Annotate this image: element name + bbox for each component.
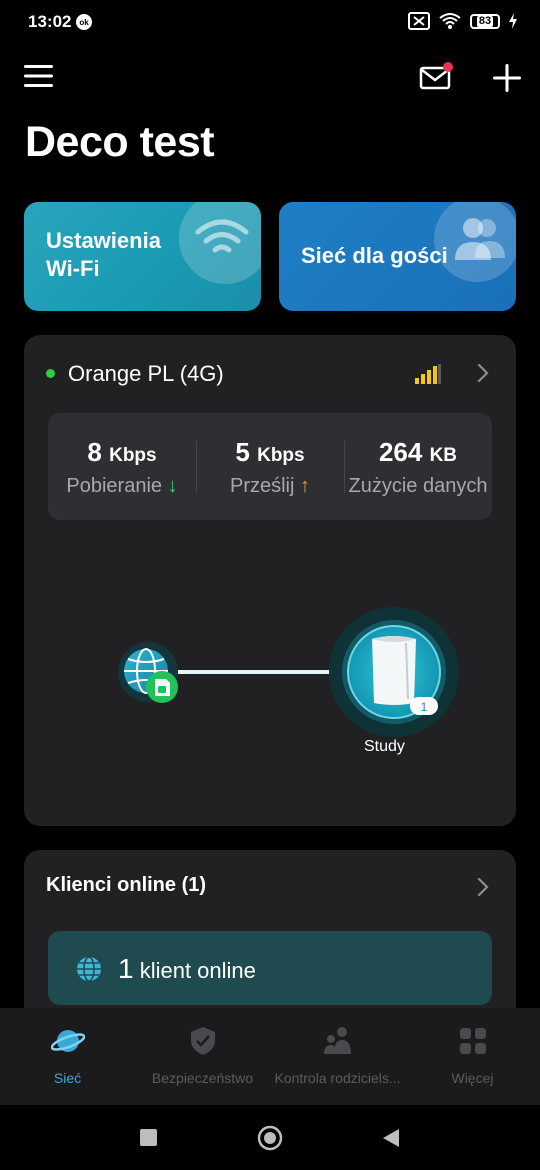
charging-icon <box>509 13 517 29</box>
add-icon[interactable] <box>491 62 523 94</box>
client-count-badge: 1 <box>410 697 438 715</box>
wifi-settings-label: Ustawienia Wi-Fi <box>46 228 161 281</box>
download-arrow-icon: ↓ <box>167 475 178 497</box>
node-name: Study <box>364 738 405 755</box>
data-usage-stat: 264 KB Zużycie danych <box>344 413 492 520</box>
online-label: klient online <box>139 958 256 983</box>
tab-more[interactable]: Więcej <box>405 1008 540 1105</box>
globe-icon <box>77 956 101 982</box>
status-time: 13:02 <box>28 12 72 31</box>
signal-strength-icon <box>415 364 441 384</box>
network-topology: 1 Study <box>24 575 516 815</box>
deco-router-icon <box>372 636 416 705</box>
tab-parental-controls[interactable]: Kontrola rodziciels... <box>270 1008 405 1105</box>
upload-value: 5 <box>235 437 250 467</box>
svg-text:ok: ok <box>79 18 89 27</box>
internet-node[interactable] <box>118 642 178 703</box>
online-clients-title: Klienci online (1) <box>46 874 207 896</box>
upload-arrow-icon: ↑ <box>300 475 310 497</box>
bottom-tab-bar: Sieć Bezpieczeństwo Kontrola rodziciels.… <box>0 1008 540 1105</box>
online-clients-summary[interactable]: 1 klient online <box>48 931 492 1005</box>
wifi-settings-tile[interactable]: Ustawienia Wi-Fi <box>24 202 261 311</box>
chevron-right-icon[interactable] <box>477 363 489 383</box>
data-usage-label: Zużycie danych <box>348 475 488 497</box>
tab-network[interactable]: Sieć <box>0 1008 135 1105</box>
unread-dot <box>443 62 453 72</box>
mail-icon[interactable] <box>419 62 453 90</box>
connection-status-dot <box>46 369 55 378</box>
tab-security[interactable]: Bezpieczeństwo <box>135 1008 270 1105</box>
svg-text:1: 1 <box>421 700 428 714</box>
download-unit: Kbps <box>109 445 157 466</box>
download-label: Pobieranie <box>66 475 163 497</box>
notification-icon: ok <box>76 14 92 30</box>
back-icon[interactable] <box>382 1128 400 1148</box>
online-count: 1 <box>118 953 134 984</box>
system-navigation-bar <box>0 1105 540 1170</box>
shield-icon <box>190 1027 215 1055</box>
upload-unit: Kbps <box>257 445 305 466</box>
family-icon <box>323 1027 351 1054</box>
deco-node[interactable]: 1 <box>329 607 459 737</box>
guests-icon <box>455 218 505 260</box>
top-bar <box>0 50 540 102</box>
sim-off-icon <box>408 12 430 30</box>
menu-icon[interactable] <box>24 64 54 88</box>
grid-icon <box>459 1028 486 1054</box>
upload-label: Prześlij <box>229 475 295 497</box>
chevron-right-icon[interactable] <box>477 877 489 897</box>
guest-network-tile[interactable]: Sieć dla gości <box>279 202 516 311</box>
wifi-icon <box>195 219 249 253</box>
network-name: Orange PL (4G) <box>68 361 224 386</box>
recents-icon[interactable] <box>140 1129 157 1146</box>
traffic-stats: 8 Kbps Pobieranie ↓ 5 Kbps Prześlij ↑ 26… <box>48 413 492 520</box>
upload-stat: 5 Kbps Prześlij ↑ <box>196 413 344 520</box>
guest-network-label: Sieć dla gości <box>301 243 448 268</box>
download-value: 8 <box>87 437 102 467</box>
data-usage-value: 264 <box>378 437 423 467</box>
download-stat: 8 Kbps Pobieranie ↓ <box>48 413 196 520</box>
battery-indicator: 83 <box>470 13 500 29</box>
home-icon[interactable] <box>257 1125 283 1151</box>
data-usage-unit: KB <box>429 445 458 466</box>
page-title: Deco test <box>25 118 215 166</box>
sim-card-icon <box>146 671 178 703</box>
network-card[interactable]: Orange PL (4G) 8 Kbps Pobieranie ↓ 5 Kbp… <box>24 335 516 826</box>
status-bar: 13:02 ok 83 <box>0 0 540 46</box>
planet-icon <box>50 1030 85 1052</box>
wifi-status-icon <box>439 13 461 29</box>
